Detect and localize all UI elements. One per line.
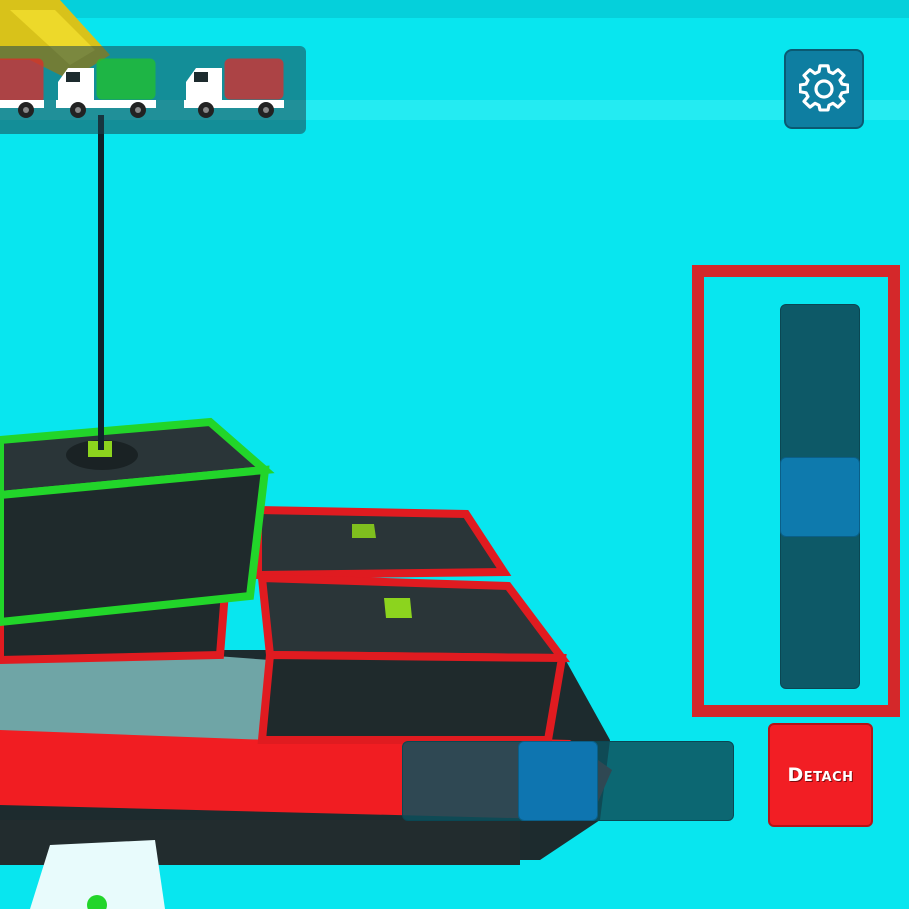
truck-icon — [56, 58, 156, 118]
truck-cargo-box — [96, 58, 156, 100]
gear-icon — [799, 64, 849, 112]
container-lift-point — [384, 598, 412, 618]
settings-button[interactable] — [784, 49, 864, 129]
crane-height-slider-handle[interactable] — [780, 456, 860, 537]
container-red-front — [257, 573, 571, 744]
truck-cargo-box — [0, 58, 44, 104]
crane-rotation-slider-handle[interactable] — [517, 741, 598, 821]
container-red-back — [254, 505, 512, 580]
container-green-selected — [0, 417, 275, 627]
detach-button-label: Detach — [787, 764, 854, 786]
horizon-water — [0, 0, 909, 18]
truck-queue-panel — [0, 46, 306, 134]
truck-icon — [184, 58, 284, 118]
truck-icon — [0, 58, 44, 118]
detach-button[interactable]: Detach — [768, 723, 873, 827]
truck-cargo-box — [224, 58, 284, 100]
